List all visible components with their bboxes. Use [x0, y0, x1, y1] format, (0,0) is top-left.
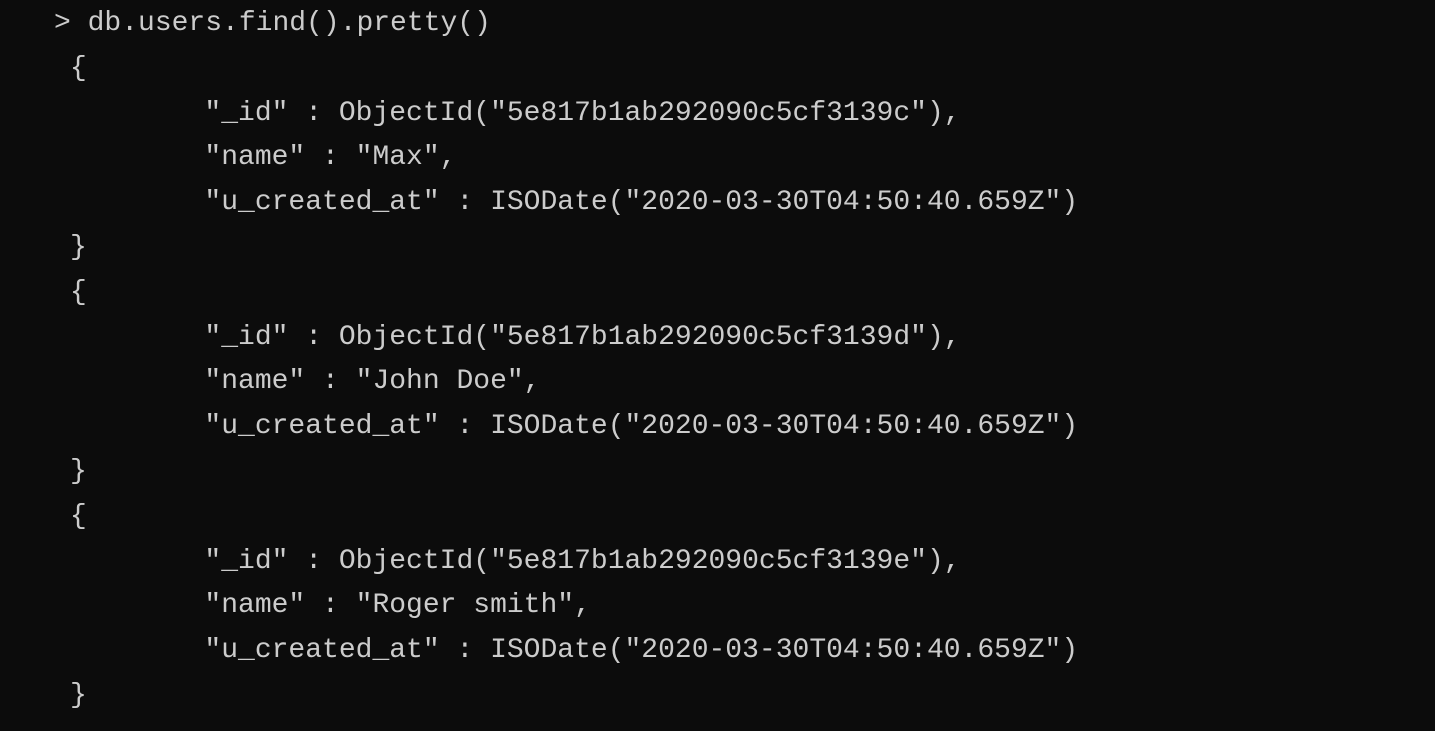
- id-line: "_id" : ObjectId("5e817b1ab292090c5cf313…: [70, 322, 961, 353]
- id-line: "_id" : ObjectId("5e817b1ab292090c5cf313…: [70, 98, 961, 129]
- brace-close: }: [70, 680, 87, 711]
- created-line: "u_created_at" : ISODate("2020-03-30T04:…: [70, 187, 1078, 218]
- brace-close: }: [70, 456, 87, 487]
- name-line: "name" : "Roger smith",: [70, 590, 591, 621]
- name-line: "name" : "Max",: [70, 142, 456, 173]
- terminal-output: > db.users.find().pretty() { "_id" : Obj…: [0, 0, 1435, 719]
- id-line: "_id" : ObjectId("5e817b1ab292090c5cf313…: [70, 546, 961, 577]
- command-text: db.users.find().pretty(): [88, 8, 491, 39]
- brace-open: {: [70, 53, 87, 84]
- brace-open: {: [70, 501, 87, 532]
- created-line: "u_created_at" : ISODate("2020-03-30T04:…: [70, 635, 1078, 666]
- brace-close: }: [70, 232, 87, 263]
- name-line: "name" : "John Doe",: [70, 366, 540, 397]
- brace-open: {: [70, 277, 87, 308]
- prompt-symbol: >: [54, 8, 88, 39]
- created-line: "u_created_at" : ISODate("2020-03-30T04:…: [70, 411, 1078, 442]
